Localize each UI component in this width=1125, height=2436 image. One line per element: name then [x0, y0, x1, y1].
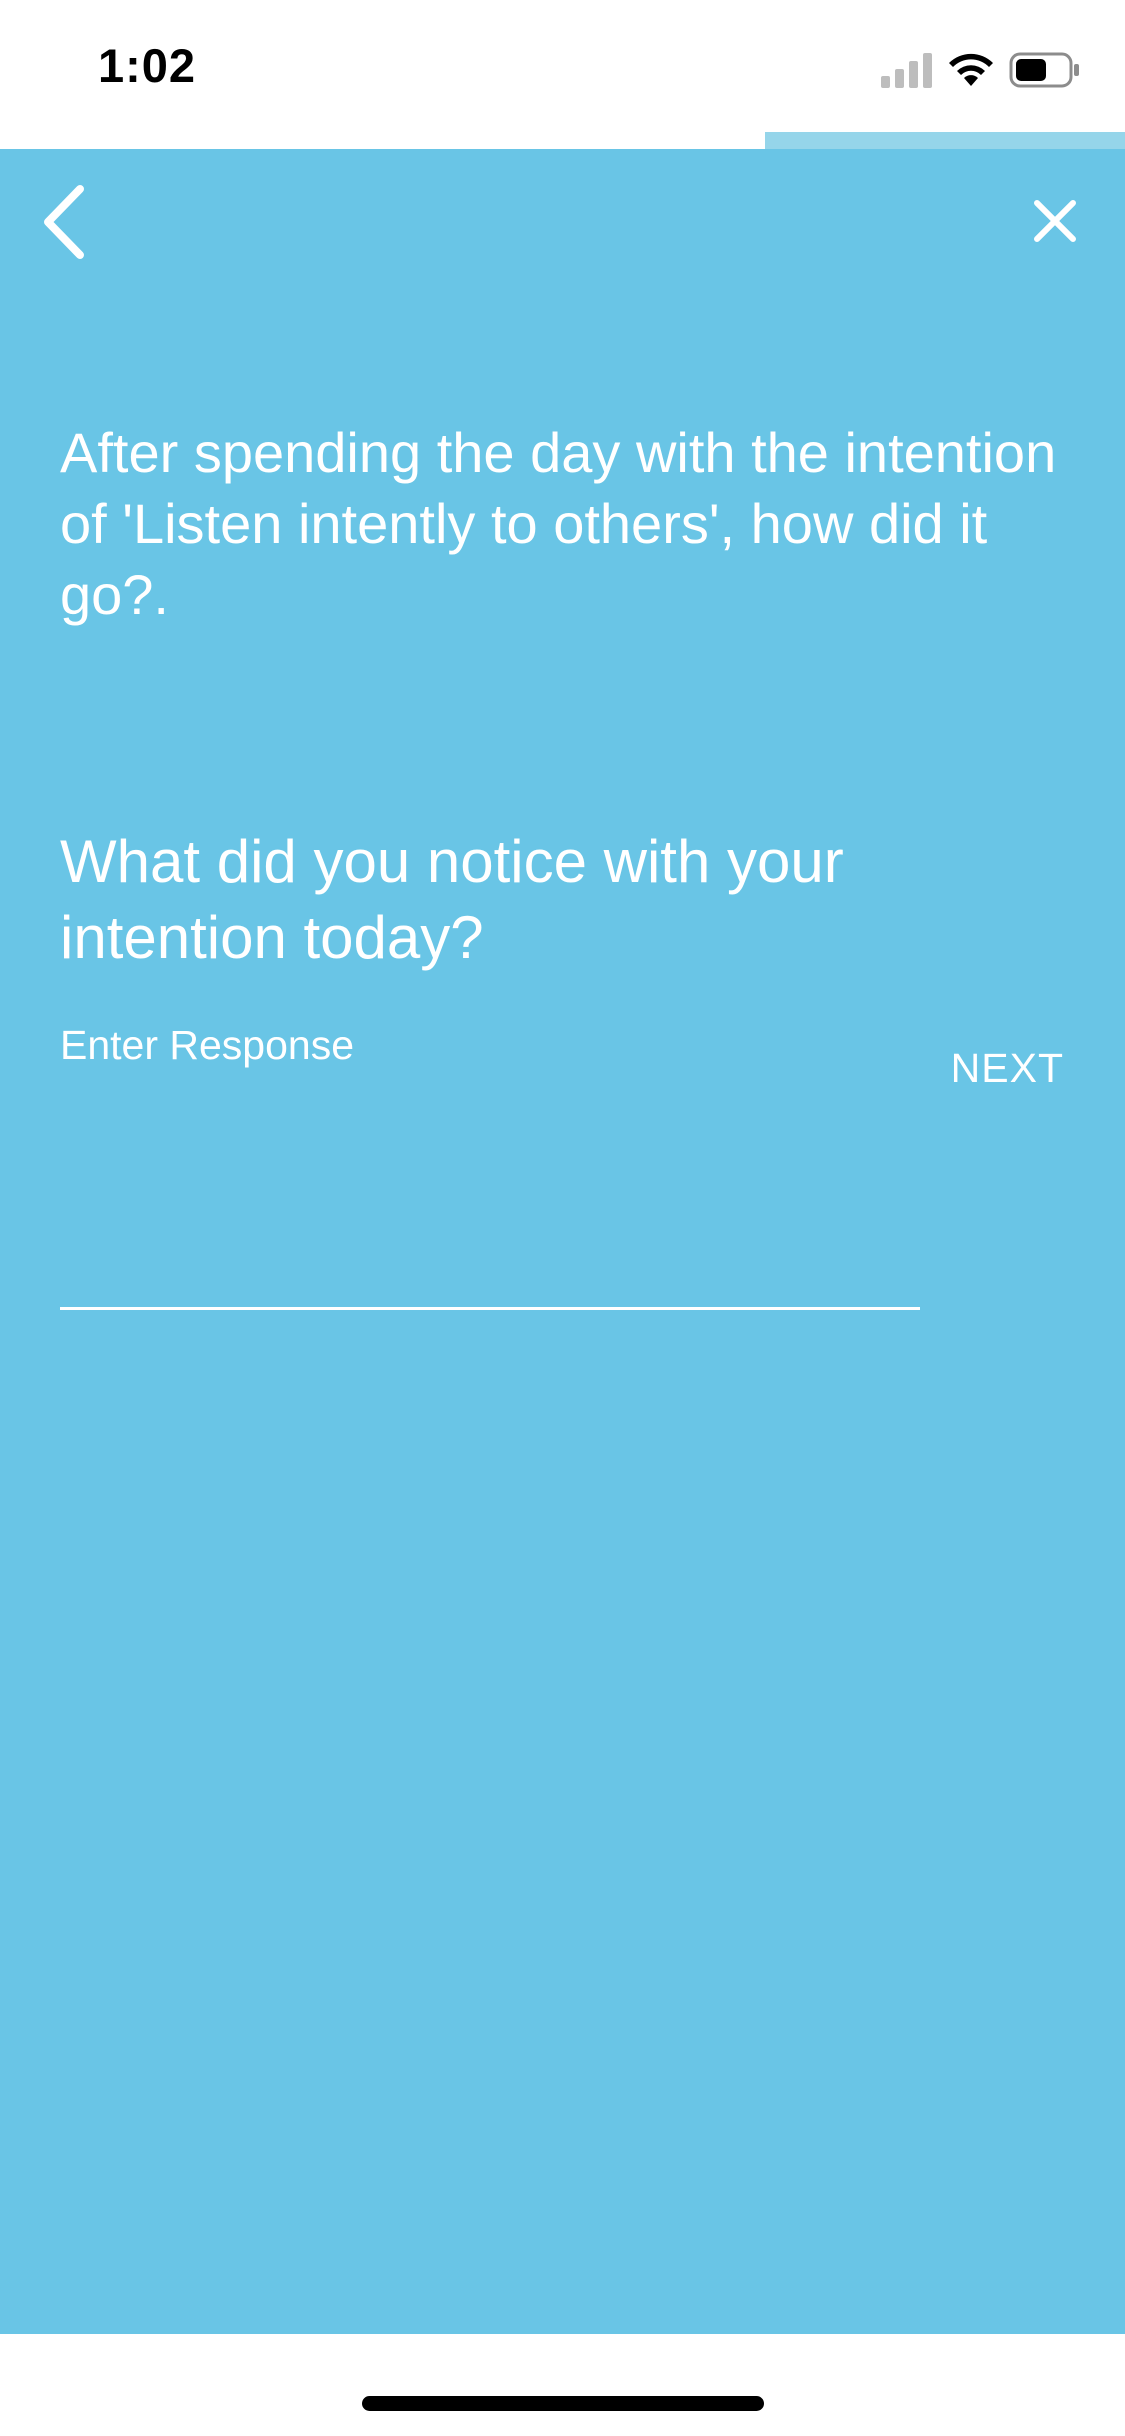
close-icon — [1034, 200, 1076, 242]
response-input[interactable] — [60, 1019, 920, 1307]
question-text: What did you notice with your intention … — [60, 828, 844, 971]
close-button[interactable] — [1015, 181, 1095, 261]
back-button[interactable] — [30, 171, 120, 271]
status-icons — [879, 50, 1079, 90]
home-indicator[interactable] — [362, 2396, 764, 2411]
status-time: 1:02 — [98, 39, 197, 92]
home-area — [0, 2334, 1125, 2436]
prompt-text: After spending the day with the intentio… — [60, 421, 1057, 626]
chevron-left-icon — [44, 185, 84, 259]
battery-icon — [1009, 52, 1079, 88]
reflection-screen: After spending the day with the intentio… — [0, 149, 1125, 2334]
response-field — [60, 1019, 920, 1310]
wifi-icon — [949, 53, 993, 86]
next-button[interactable]: NEXT — [951, 1045, 1064, 1092]
progress-track — [0, 132, 1125, 149]
status-bar: 1:02 — [0, 0, 1125, 132]
progress-fill — [765, 132, 1125, 149]
cellular-signal-icon — [881, 53, 932, 88]
